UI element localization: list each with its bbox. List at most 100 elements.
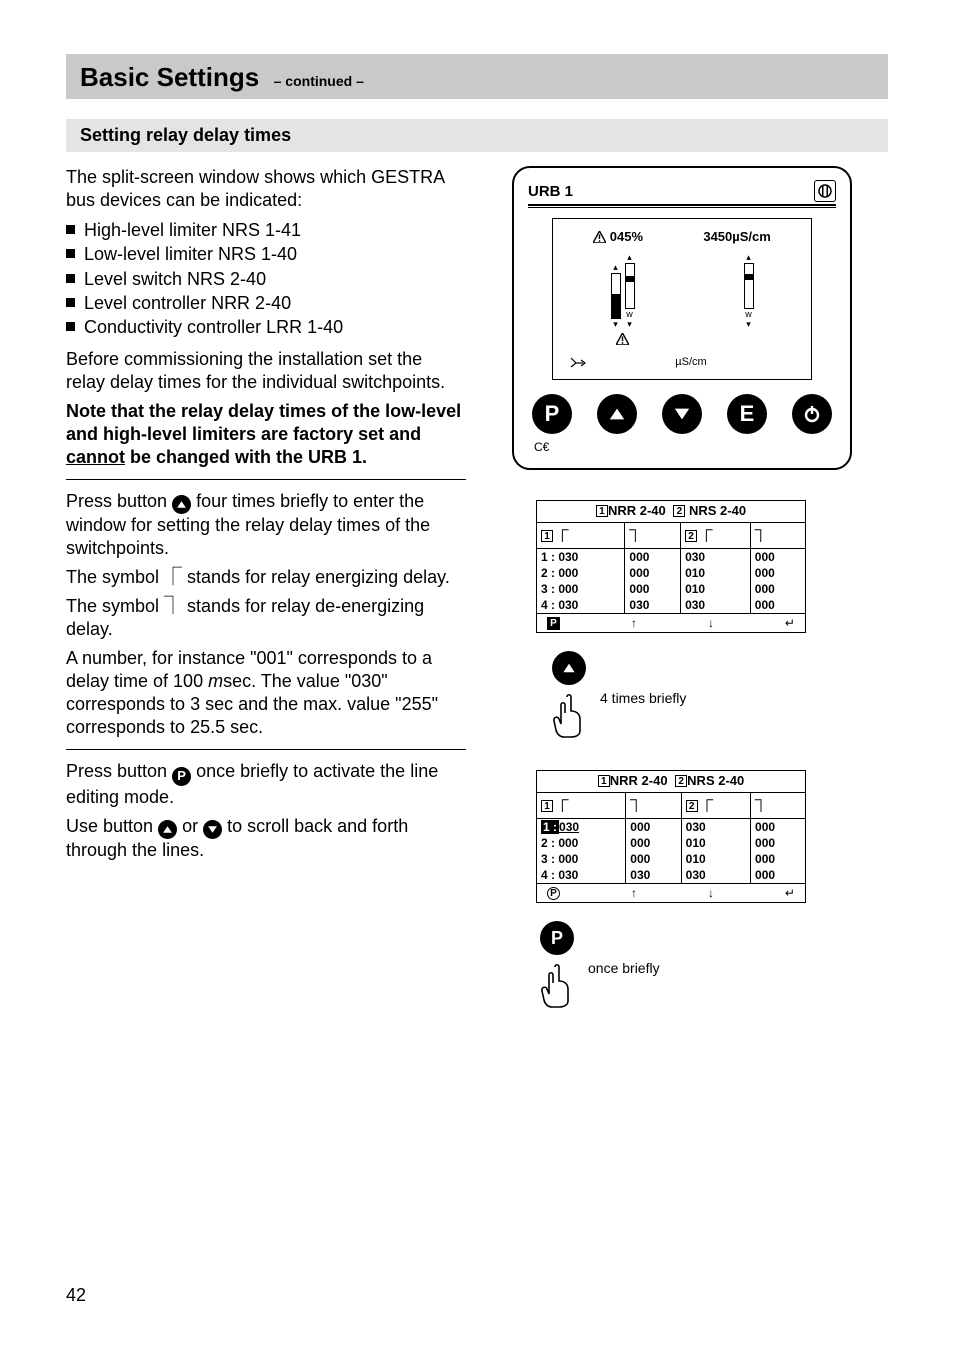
device-p-button[interactable]: P bbox=[532, 394, 572, 434]
col-head: 2 ⎾ bbox=[681, 523, 751, 549]
col-b-icon: ⏋ bbox=[755, 799, 767, 813]
square-1-icon: 1 bbox=[541, 530, 553, 542]
hand-label: once briefly bbox=[588, 960, 660, 976]
block3-p2: Use button or to scroll back and forth t… bbox=[66, 815, 466, 862]
col-a-icon: ⎾ bbox=[701, 799, 713, 813]
divider bbox=[66, 749, 466, 750]
cell: 2 : 000 bbox=[537, 835, 626, 851]
arrow-up-icon: ↑ bbox=[631, 886, 637, 900]
cell: 000 bbox=[626, 819, 681, 836]
bar-group-right: ▴ w ▾ bbox=[744, 252, 754, 350]
cell: 030 bbox=[681, 549, 751, 566]
marker-up-icon: ▴ bbox=[613, 262, 618, 273]
cell: 000 bbox=[750, 581, 805, 597]
device-list: High-level limiter NRS 1-41 Low-level li… bbox=[66, 218, 466, 339]
right-column: URB 1 045% 3450µS/cm bbox=[506, 166, 888, 1040]
square-2-icon: 2 bbox=[673, 505, 685, 517]
cell: 010 bbox=[681, 581, 751, 597]
p-circle-icon: P bbox=[547, 887, 560, 900]
col-head: ⏋ bbox=[751, 793, 805, 819]
list-item: High-level limiter NRS 1-41 bbox=[66, 218, 466, 242]
col-a-icon: ⎾ bbox=[556, 529, 568, 543]
press-instruction-1: 4 times briefly bbox=[548, 651, 686, 744]
cell: 030 bbox=[681, 597, 751, 613]
square-2-icon: 2 bbox=[685, 530, 697, 542]
marker-down-icon: ▾ bbox=[627, 319, 632, 330]
table-row: 2 : 000000010000 bbox=[537, 565, 805, 581]
blowdown-icon bbox=[569, 356, 587, 371]
device-panel: URB 1 045% 3450µS/cm bbox=[512, 166, 852, 470]
page-number: 42 bbox=[66, 1285, 86, 1306]
cell: 030 bbox=[681, 819, 750, 836]
note-text-a: Note that the relay delay times of the l… bbox=[66, 401, 461, 444]
device-power-button[interactable] bbox=[792, 394, 832, 434]
col-head: ⏋ bbox=[750, 523, 805, 549]
cell: 010 bbox=[681, 851, 750, 867]
cell: 000 bbox=[625, 565, 681, 581]
col-a-icon: ⎾ bbox=[700, 529, 712, 543]
device-up-button[interactable] bbox=[597, 394, 637, 434]
cell: 1 : 030 bbox=[537, 549, 625, 566]
cell: 030 bbox=[681, 867, 750, 883]
p-square-icon: P bbox=[547, 617, 560, 630]
enter-icon: ↵ bbox=[785, 616, 795, 630]
text-italic: m bbox=[208, 671, 223, 691]
text: Press button bbox=[66, 491, 172, 511]
cell: 030 bbox=[625, 597, 681, 613]
screen-bottom-unit: µS/cm bbox=[675, 356, 706, 371]
intro-note: Note that the relay delay times of the l… bbox=[66, 400, 466, 469]
col-b-icon: ⏋ bbox=[755, 529, 767, 543]
cell: 010 bbox=[681, 835, 750, 851]
intro-p2: Before commissioning the installation se… bbox=[66, 348, 466, 394]
value: 045% bbox=[610, 229, 643, 244]
divider bbox=[66, 479, 466, 480]
table-row: 4 : 030030030000 bbox=[537, 867, 805, 883]
device-down-button[interactable] bbox=[662, 394, 702, 434]
cell: 4 : 030 bbox=[537, 597, 625, 613]
cell: 000 bbox=[751, 851, 805, 867]
bar-icon bbox=[625, 263, 635, 309]
left-column: The split-screen window shows which GEST… bbox=[66, 166, 466, 1040]
screen-right-value: 3450µS/cm bbox=[703, 229, 770, 246]
cell: 000 bbox=[750, 597, 805, 613]
edit-highlight: 1 : bbox=[541, 820, 559, 834]
page-title: Basic Settings bbox=[80, 62, 259, 92]
warning-icon bbox=[593, 231, 606, 246]
cell: 000 bbox=[626, 835, 681, 851]
note-text-b: be changed with the URB 1. bbox=[125, 447, 367, 467]
hand-icon bbox=[536, 961, 578, 1014]
square-2-icon: 2 bbox=[675, 775, 687, 787]
p-button-icon: P bbox=[172, 767, 191, 786]
square-1-icon: 1 bbox=[596, 505, 608, 517]
section-heading: Setting relay delay times bbox=[66, 119, 888, 152]
cell: 3 : 000 bbox=[537, 581, 625, 597]
table-dev2: NRS 2-40 bbox=[687, 773, 744, 788]
warning-icon bbox=[616, 332, 629, 350]
cell: 000 bbox=[625, 581, 681, 597]
text: Press button bbox=[66, 761, 172, 781]
gestra-logo-icon bbox=[814, 180, 836, 202]
list-item: Level switch NRS 2-40 bbox=[66, 267, 466, 291]
hand-label: 4 times briefly bbox=[600, 690, 686, 706]
list-item: Level controller NRR 2-40 bbox=[66, 291, 466, 315]
down-button-icon bbox=[203, 820, 222, 839]
relay-table-1: 1NRR 2-40 2 NRS 2-40 1 ⎾ ⏋ 2 ⎾ ⏋ bbox=[536, 500, 806, 633]
ce-mark: C€ bbox=[528, 440, 836, 454]
block2-p3: The symbol ⏋ stands for relay de-energiz… bbox=[66, 595, 466, 641]
marker-w: w bbox=[745, 309, 752, 319]
hand-icon bbox=[548, 691, 590, 744]
list-item: Low-level limiter NRS 1-40 bbox=[66, 242, 466, 266]
cell: 000 bbox=[751, 819, 805, 836]
arrow-down-icon: ↓ bbox=[708, 616, 714, 630]
table-row: 4 : 030030030000 bbox=[537, 597, 805, 613]
up-button-icon bbox=[552, 651, 586, 685]
device-e-button[interactable]: E bbox=[727, 394, 767, 434]
cell: 030 bbox=[626, 867, 681, 883]
arrow-down-icon: ↓ bbox=[708, 886, 714, 900]
block2-p1: Press button four times briefly to enter… bbox=[66, 490, 466, 560]
cell: 2 : 000 bbox=[537, 565, 625, 581]
table-row: 1 : 030000030000 bbox=[537, 549, 805, 566]
marker-up-icon: ▴ bbox=[627, 252, 632, 263]
col-head: ⏋ bbox=[625, 523, 681, 549]
bar-group-left: ▴ ▾ ▴ w ▾ bbox=[611, 252, 635, 350]
